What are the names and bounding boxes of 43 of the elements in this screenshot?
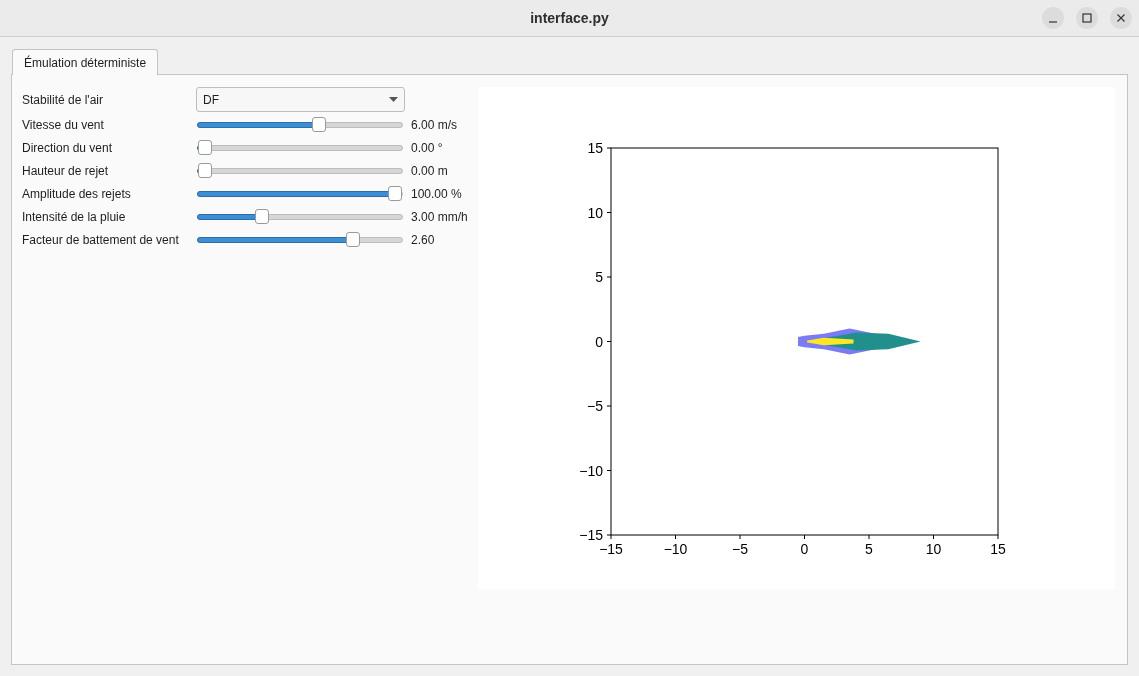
slider-label: Amplitude des rejets bbox=[22, 185, 132, 203]
x-tick-label: 0 bbox=[800, 541, 809, 557]
slider-label: Hauteur de rejet bbox=[22, 162, 110, 180]
y-tick-label: −10 bbox=[579, 462, 603, 479]
dropdown-label: Stabilité de l'air bbox=[22, 91, 104, 109]
y-tick-label: 15 bbox=[587, 140, 603, 156]
slider-value: 3.00 mm/h bbox=[411, 208, 468, 226]
slider-handle[interactable] bbox=[346, 231, 361, 247]
x-tick-label: −5 bbox=[732, 541, 748, 557]
slider-value: 0.00 ° bbox=[411, 139, 443, 157]
y-tick-label: 5 bbox=[595, 269, 603, 285]
minimize-icon bbox=[1049, 20, 1057, 23]
y-tick-label: −15 bbox=[579, 527, 603, 543]
window-title: interface.py bbox=[530, 8, 609, 28]
x-tick-label: −10 bbox=[663, 541, 688, 557]
maximize-button[interactable] bbox=[1076, 7, 1098, 29]
slider-label: Intensité de la pluie bbox=[22, 208, 127, 226]
slider-value: 6.00 m/s bbox=[411, 116, 458, 134]
slider-label: Direction du vent bbox=[22, 139, 114, 157]
dropdown-caret-icon bbox=[389, 97, 398, 102]
slider-handle[interactable] bbox=[255, 208, 269, 224]
y-tick-label: 10 bbox=[587, 204, 603, 221]
slider-label: Vitesse du vent bbox=[22, 116, 105, 134]
tab[interactable]: Émulation déterministe bbox=[12, 49, 159, 75]
maximize-icon bbox=[1082, 13, 1092, 23]
x-tick-label: −15 bbox=[599, 541, 623, 557]
x-tick-label: 15 bbox=[990, 541, 1006, 557]
x-tick-label: 10 bbox=[925, 541, 942, 557]
slider-handle[interactable] bbox=[198, 139, 212, 155]
y-tick-label: −5 bbox=[587, 398, 603, 414]
slider-handle[interactable] bbox=[312, 116, 326, 132]
close-icon bbox=[1116, 13, 1126, 23]
slider-label: Facteur de battement de vent bbox=[22, 231, 180, 249]
slider-value: 2.60 bbox=[411, 231, 435, 249]
slider-handle[interactable] bbox=[198, 162, 212, 178]
slider-handle[interactable] bbox=[388, 185, 402, 201]
slider-value: 100.00 % bbox=[411, 185, 462, 203]
y-tick-label: 0 bbox=[595, 333, 603, 350]
slider-value: 0.00 m bbox=[411, 162, 448, 180]
minimize-button[interactable] bbox=[1042, 7, 1064, 29]
dropdown[interactable]: DF bbox=[196, 87, 405, 112]
x-tick-label: 5 bbox=[865, 541, 873, 557]
close-button[interactable] bbox=[1110, 7, 1132, 29]
